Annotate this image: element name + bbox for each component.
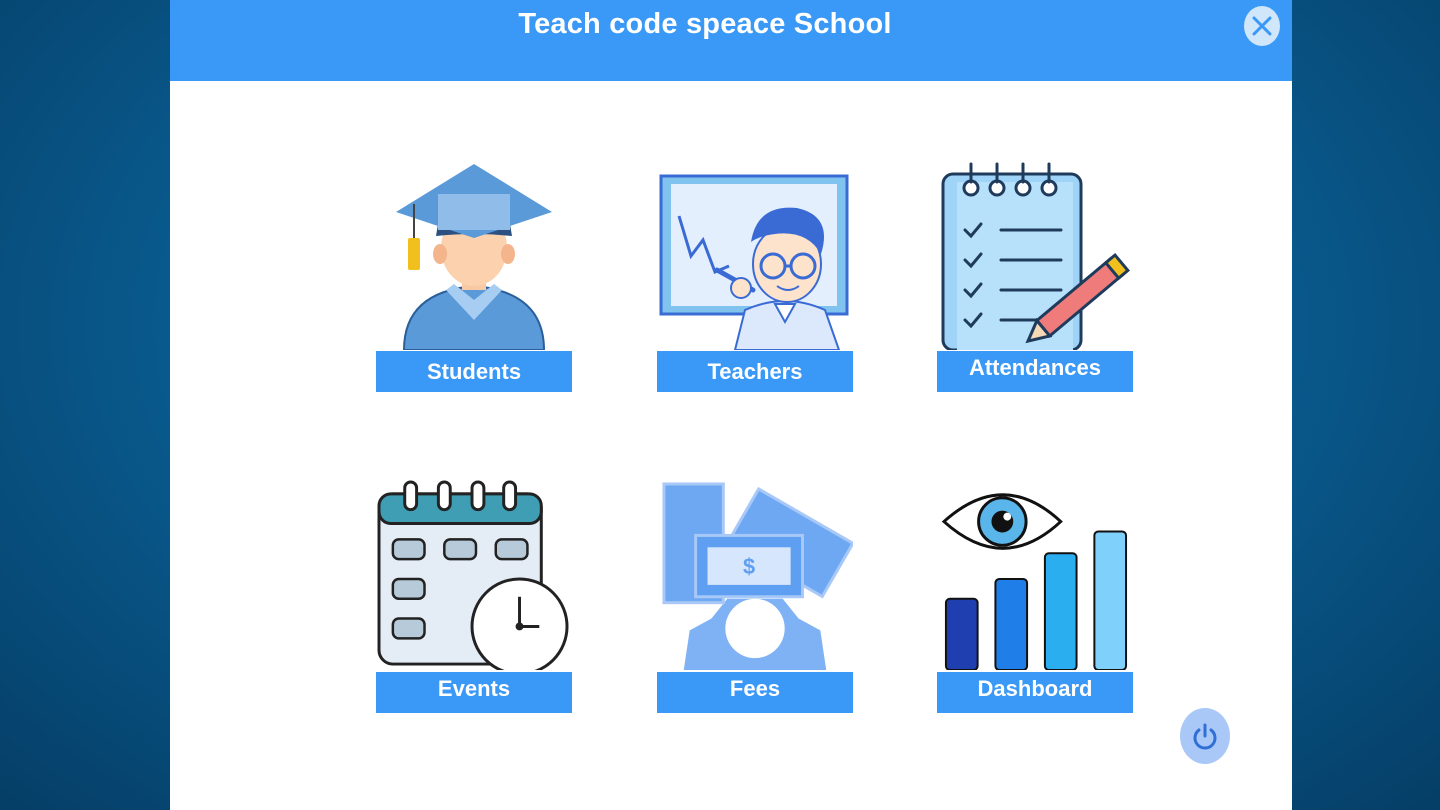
svg-text:$: $	[743, 554, 755, 579]
checklist-notepad-icon	[941, 162, 1130, 350]
menu-tile-teachers[interactable]: Teachers	[657, 160, 853, 392]
tile-label-students: Students	[376, 351, 572, 392]
tile-label-dashboard: Dashboard	[937, 672, 1133, 713]
close-icon	[1252, 16, 1272, 36]
tile-label-teachers: Teachers	[657, 351, 853, 392]
power-icon	[1193, 723, 1217, 750]
menu-tile-students[interactable]: Students	[376, 160, 572, 392]
menu-tile-fees[interactable]: $ Fees	[657, 480, 853, 713]
title-bar: Teach code speace School	[170, 0, 1292, 81]
tile-label-fees: Fees	[657, 672, 853, 713]
eye-bar-chart-icon	[941, 493, 1128, 670]
menu-tile-events[interactable]: Events	[376, 480, 572, 713]
menu-tile-attendances[interactable]: Attendances	[937, 160, 1133, 392]
calendar-clock-icon	[377, 480, 569, 670]
close-button[interactable]	[1244, 6, 1280, 46]
tile-label-events: Events	[376, 672, 572, 713]
tile-label-attendances: Attendances	[937, 351, 1133, 392]
menu-tile-dashboard[interactable]: Dashboard	[937, 480, 1133, 713]
teacher-whiteboard-icon	[659, 174, 849, 350]
money-gear-icon: $	[662, 482, 853, 670]
power-button[interactable]	[1180, 708, 1230, 764]
graduate-student-icon	[396, 164, 552, 350]
main-window: Teach code speace School Students Teache…	[170, 0, 1292, 810]
app-title: Teach code speace School	[518, 8, 892, 40]
